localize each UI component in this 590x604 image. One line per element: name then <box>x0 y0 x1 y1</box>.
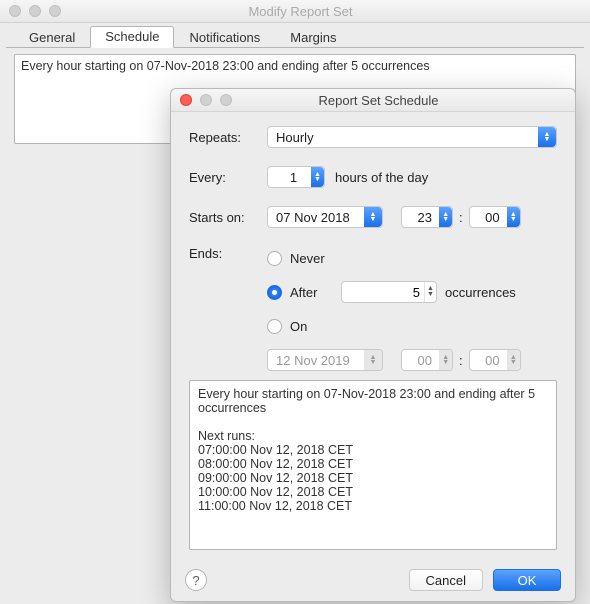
updown-icon: ▲▼ <box>364 350 382 370</box>
minimize-icon[interactable] <box>29 5 41 17</box>
updown-icon: ▲▼ <box>538 127 556 147</box>
dialog-title: Report Set Schedule <box>232 93 525 108</box>
ends-after-option[interactable]: After ▲▼ occurrences <box>267 280 557 304</box>
repeats-select[interactable]: Hourly ▲▼ <box>267 126 557 148</box>
updown-icon: ▲▼ <box>364 207 382 227</box>
start-date-select[interactable]: 07 Nov 2018 ▲▼ <box>267 206 383 228</box>
dialog-footer: ? Cancel OK <box>185 569 561 591</box>
ends-never-label: Never <box>290 251 325 266</box>
ends-label: Ends: <box>189 246 267 376</box>
dialog-traffic-lights <box>180 94 232 106</box>
repeats-label: Repeats: <box>189 130 267 145</box>
modify-report-set-window: Modify Report Set General Schedule Notif… <box>0 0 590 604</box>
updown-icon: ▲▼ <box>311 167 324 187</box>
ends-on-hour-value: 00 <box>410 353 439 368</box>
ends-after-count-field[interactable] <box>342 285 424 300</box>
updown-icon: ▲▼ <box>439 350 452 370</box>
every-value: 1 <box>276 170 311 185</box>
ends-never-option[interactable]: Never <box>267 246 557 270</box>
radio-icon <box>267 251 282 266</box>
ends-on-date-value: 12 Nov 2019 <box>276 353 350 368</box>
minimize-icon <box>200 94 212 106</box>
every-suffix: hours of the day <box>335 170 428 185</box>
parent-titlebar: Modify Report Set <box>0 0 590 23</box>
tab-general[interactable]: General <box>14 27 90 48</box>
start-hour-value: 23 <box>410 210 439 225</box>
ends-never-radio[interactable]: Never <box>267 251 325 266</box>
ends-on-date-row: 12 Nov 2019 ▲▼ 00 ▲▼ : 00 ▲▼ <box>267 348 557 372</box>
tab-notifications[interactable]: Notifications <box>174 27 275 48</box>
parent-window-title: Modify Report Set <box>61 4 540 19</box>
ends-on-label: On <box>290 319 307 334</box>
every-select[interactable]: 1 ▲▼ <box>267 166 325 188</box>
ok-button[interactable]: OK <box>493 569 561 591</box>
ends-on-radio[interactable]: On <box>267 319 307 334</box>
updown-icon: ▲▼ <box>507 207 520 227</box>
help-button[interactable]: ? <box>185 569 207 591</box>
ends-on-min-select[interactable]: 00 ▲▼ <box>469 349 521 371</box>
starts-on-label: Starts on: <box>189 210 267 225</box>
ends-options: Never After ▲▼ occurrences <box>267 246 557 376</box>
start-date-value: 07 Nov 2018 <box>276 210 350 225</box>
start-min-value: 00 <box>478 210 507 225</box>
tabs-row: General Schedule Notifications Margins <box>0 23 590 47</box>
close-icon[interactable] <box>180 94 192 106</box>
time-colon: : <box>453 353 469 368</box>
ends-on-hour-select[interactable]: 00 ▲▼ <box>401 349 453 371</box>
dialog-body: Repeats: Hourly ▲▼ Every: 1 ▲▼ hours of … <box>171 112 575 560</box>
radio-icon <box>267 319 282 334</box>
every-row: Every: 1 ▲▼ hours of the day <box>189 166 557 188</box>
ends-after-radio[interactable]: After <box>267 285 341 300</box>
help-icon: ? <box>192 573 199 588</box>
starts-on-row: Starts on: 07 Nov 2018 ▲▼ 23 ▲▼ : 00 ▲▼ <box>189 206 557 228</box>
dialog-titlebar: Report Set Schedule <box>171 89 575 112</box>
updown-icon: ▲▼ <box>507 350 520 370</box>
report-set-schedule-dialog: Report Set Schedule Repeats: Hourly ▲▼ E… <box>170 88 576 602</box>
start-min-select[interactable]: 00 ▲▼ <box>469 206 521 228</box>
every-label: Every: <box>189 170 267 185</box>
radio-icon <box>267 285 282 300</box>
cancel-button[interactable]: Cancel <box>409 569 483 591</box>
ends-after-count-input[interactable]: ▲▼ <box>341 281 437 303</box>
updown-icon: ▲▼ <box>439 207 452 227</box>
close-icon[interactable] <box>9 5 21 17</box>
ends-row: Ends: Never After <box>189 246 557 376</box>
ends-on-option[interactable]: On <box>267 314 557 338</box>
schedule-summary-text: Every hour starting on 07-Nov-2018 23:00… <box>21 59 430 73</box>
tab-schedule[interactable]: Schedule <box>90 26 174 48</box>
tab-margins[interactable]: Margins <box>275 27 351 48</box>
time-colon: : <box>453 210 469 225</box>
ends-on-date-select[interactable]: 12 Nov 2019 ▲▼ <box>267 349 383 371</box>
stepper-icon[interactable]: ▲▼ <box>424 282 436 302</box>
ends-after-label: After <box>290 285 317 300</box>
zoom-icon <box>220 94 232 106</box>
repeats-value: Hourly <box>276 130 314 145</box>
schedule-preview-text: Every hour starting on 07-Nov-2018 23:00… <box>198 387 535 513</box>
ends-on-min-value: 00 <box>478 353 507 368</box>
ok-label: OK <box>518 573 537 588</box>
ends-after-suffix: occurrences <box>445 285 516 300</box>
cancel-label: Cancel <box>426 573 466 588</box>
parent-traffic-lights <box>9 5 61 17</box>
repeats-row: Repeats: Hourly ▲▼ <box>189 126 557 148</box>
schedule-preview-box: Every hour starting on 07-Nov-2018 23:00… <box>189 380 557 550</box>
start-hour-select[interactable]: 23 ▲▼ <box>401 206 453 228</box>
zoom-icon[interactable] <box>49 5 61 17</box>
